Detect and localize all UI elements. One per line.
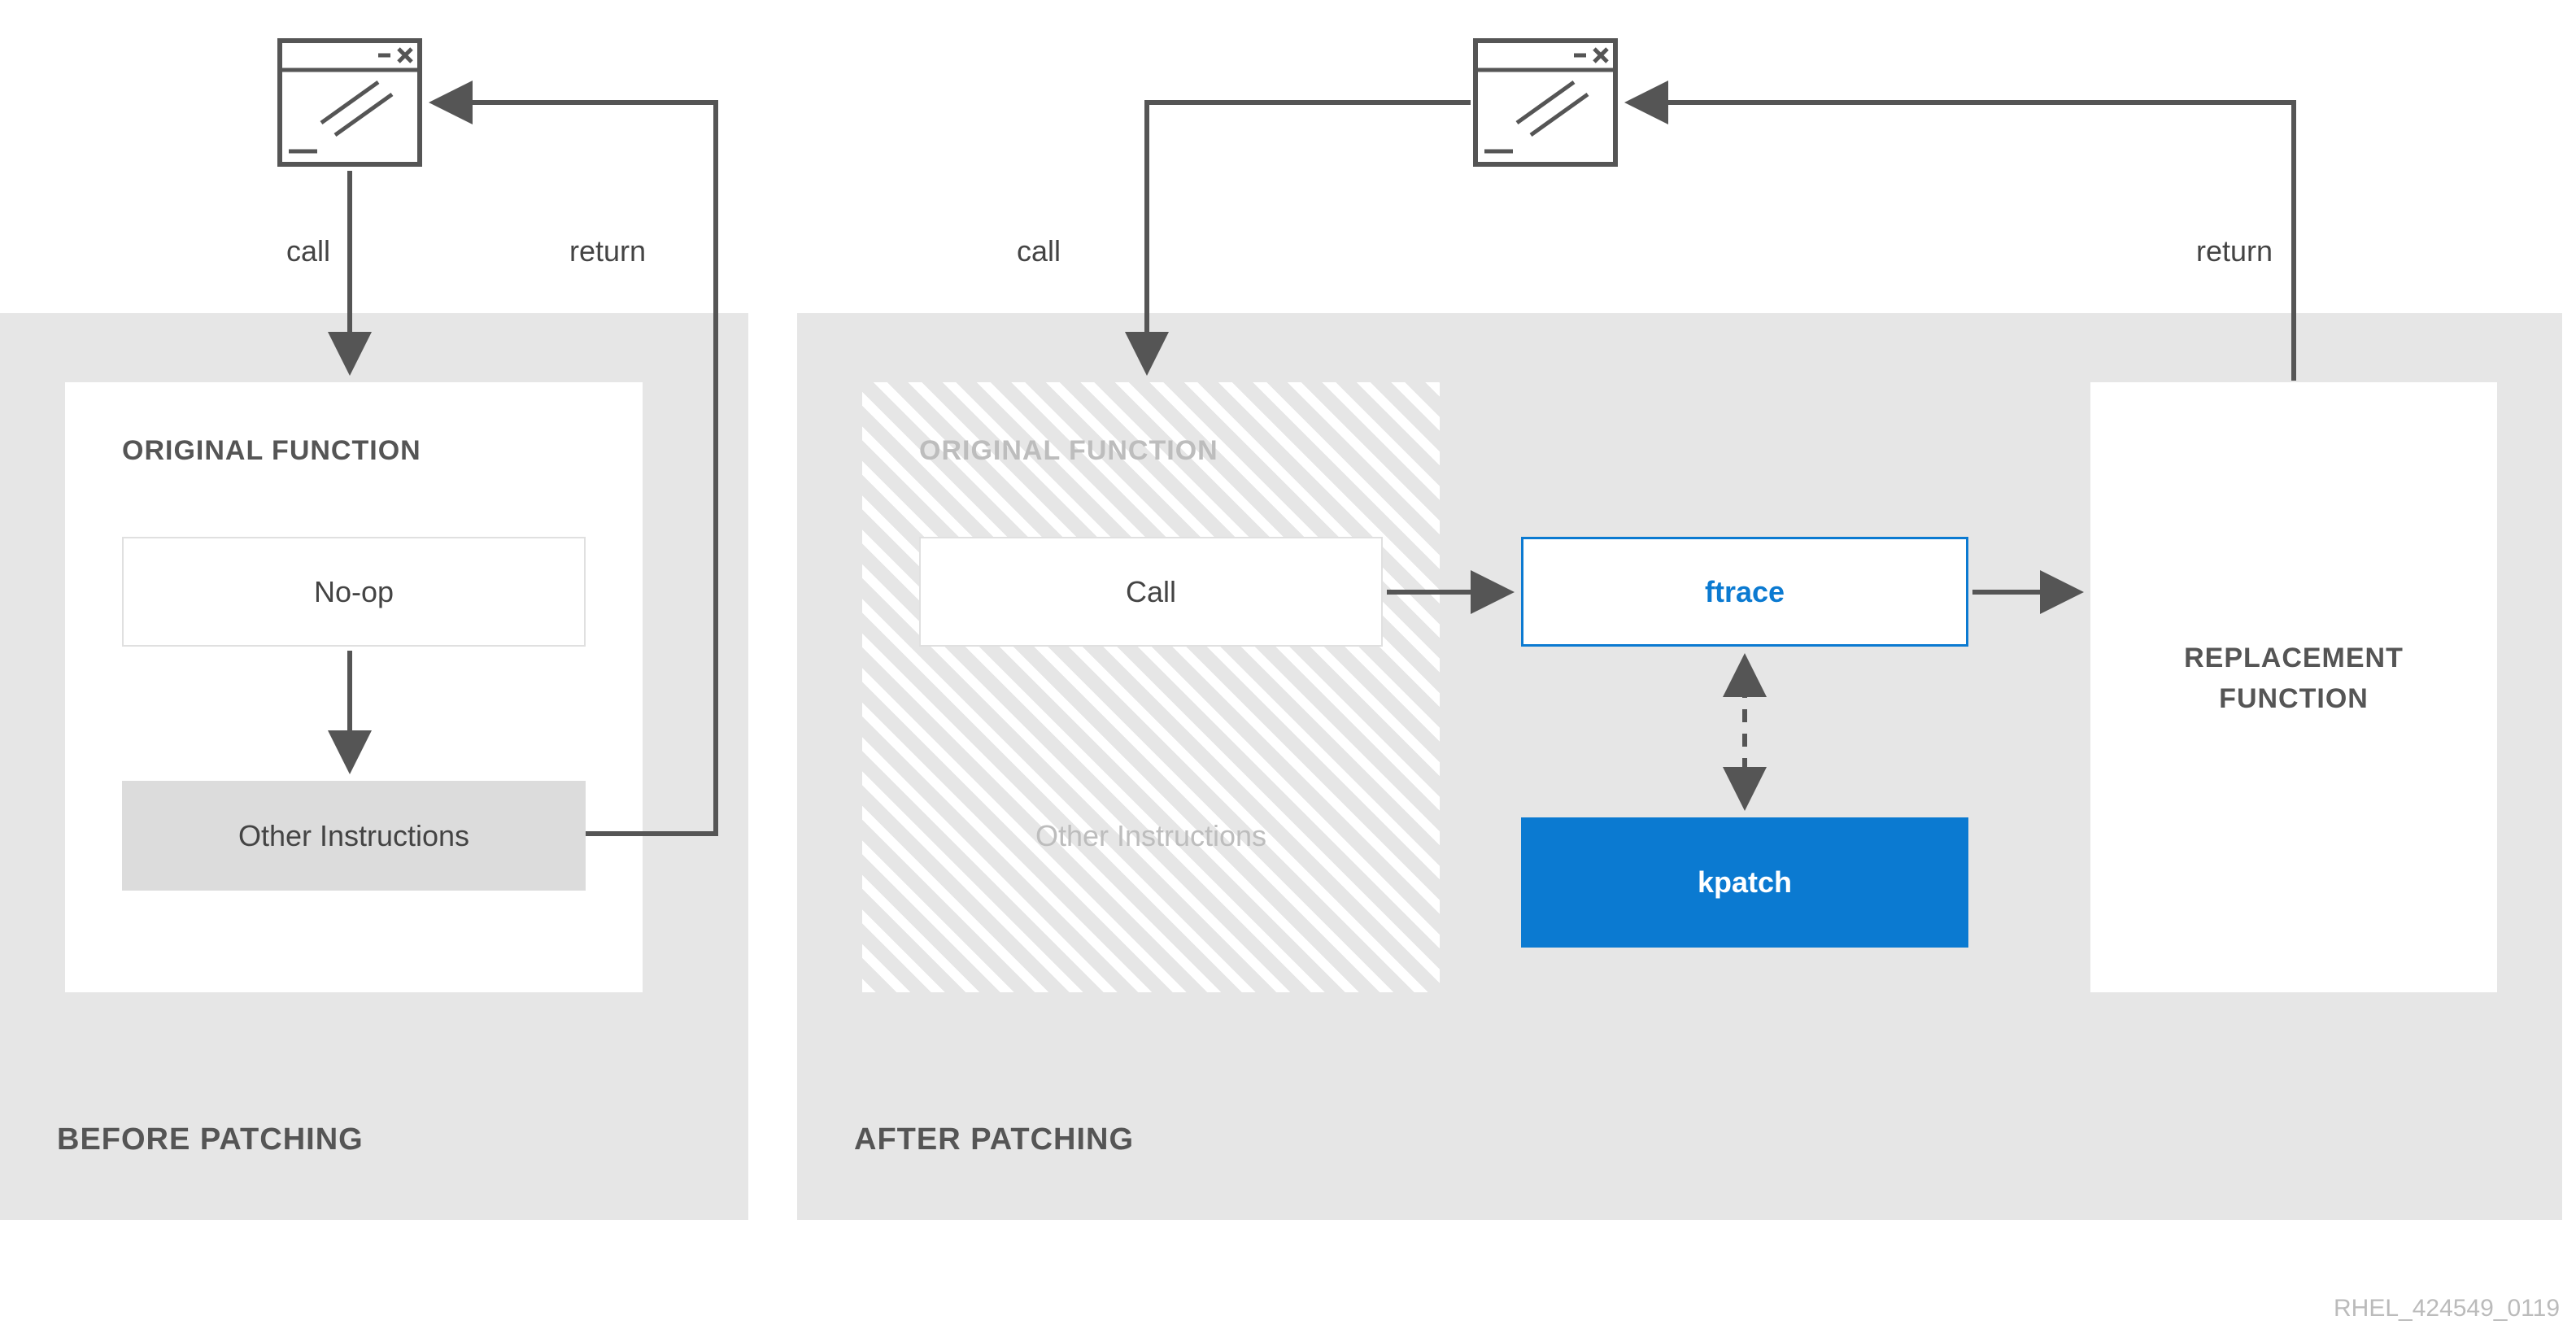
after-call-box: Call [919,537,1383,647]
before-other-text: Other Instructions [238,819,469,853]
before-noop-box: No-op [122,537,586,647]
footer-id: RHEL_424549_0119 [2334,1295,2560,1322]
before-title: BEFORE PATCHING [57,1122,364,1157]
kpatch-diagram: BEFORE PATCHING AFTER PATCHING ORIGINAL … [0,0,2576,1329]
ftrace-text: ftrace [1705,575,1785,609]
replacement-function-text2: FUNCTION [2090,683,2497,715]
window-icon-before [277,37,423,168]
ftrace-box: ftrace [1521,537,1968,647]
after-other-text: Other Instructions [1035,819,1266,853]
after-title: AFTER PATCHING [854,1122,1134,1157]
before-call-label: call [286,234,330,268]
before-return-label: return [569,234,646,268]
before-other-box: Other Instructions [122,781,586,891]
kpatch-box: kpatch [1521,817,1968,948]
before-original-function-heading: ORIGINAL FUNCTION [122,435,421,467]
after-original-function-box [862,382,1440,992]
after-return-label: return [2196,234,2273,268]
after-call-label: call [1017,234,1061,268]
after-other-box: Other Instructions [919,781,1383,891]
kpatch-text: kpatch [1698,865,1792,900]
noop-text: No-op [314,575,394,609]
window-icon-after [1472,37,1619,168]
after-call-text: Call [1126,575,1176,609]
replacement-function-text1: REPLACEMENT [2090,643,2497,674]
before-original-function-box [65,382,643,992]
after-original-function-heading: ORIGINAL FUNCTION [919,435,1218,467]
